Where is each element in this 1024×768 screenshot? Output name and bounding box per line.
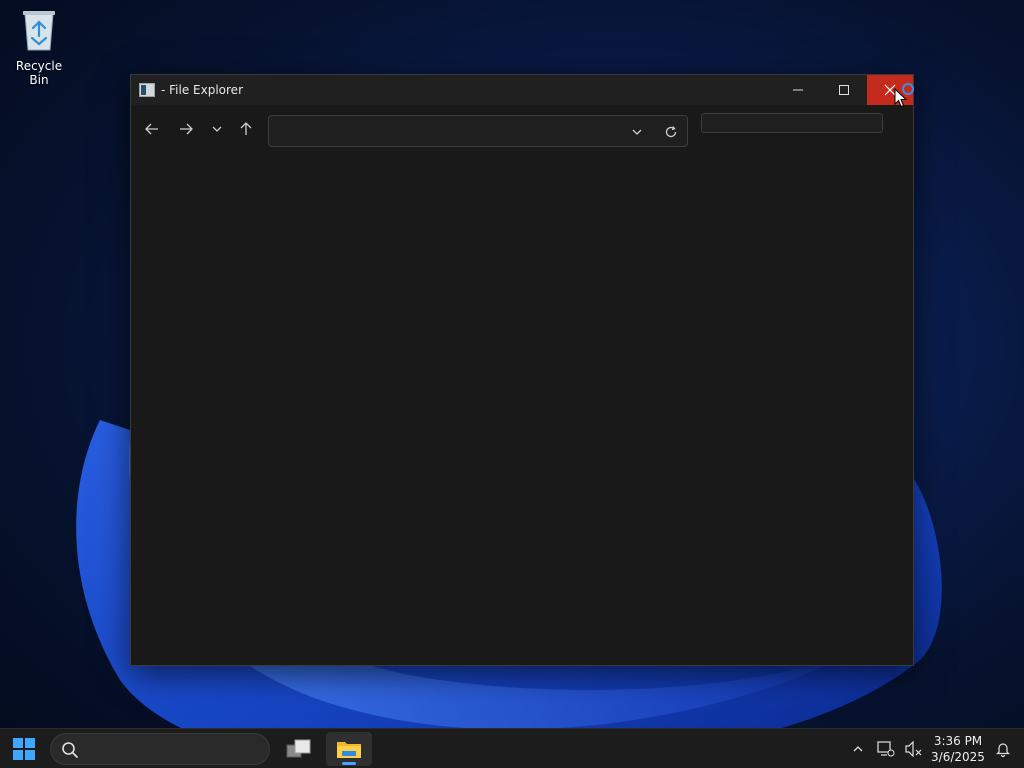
task-view-button[interactable] — [276, 732, 322, 766]
taskbar-search-input[interactable] — [87, 739, 261, 761]
title-bar[interactable]: - File Explorer — [131, 75, 913, 105]
network-icon — [877, 741, 895, 757]
file-explorer-app-icon — [139, 83, 155, 97]
clock-time: 3:36 PM — [933, 734, 983, 748]
recent-locations-button[interactable] — [205, 117, 229, 141]
chevron-down-icon — [212, 126, 222, 132]
maximize-icon — [839, 85, 849, 95]
arrow-up-icon — [240, 122, 252, 135]
navigation-toolbar — [131, 105, 913, 153]
start-button[interactable] — [8, 733, 40, 765]
folder-icon — [337, 742, 361, 758]
back-button[interactable] — [140, 117, 164, 141]
address-bar[interactable] — [268, 115, 688, 147]
system-clock[interactable]: 3:36 PM 3/6/2025 — [928, 733, 988, 765]
refresh-icon — [665, 126, 677, 138]
search-input[interactable] — [702, 116, 882, 135]
volume-muted-icon — [905, 741, 922, 757]
window-title: - File Explorer — [161, 83, 244, 97]
arrow-left-icon — [145, 123, 158, 135]
task-view-icon — [286, 739, 311, 758]
chevron-down-icon — [632, 129, 642, 135]
desktop-icon-label: Recycle Bin — [15, 59, 63, 87]
file-explorer-window: - File Explorer — [130, 74, 914, 666]
address-input[interactable] — [277, 120, 621, 144]
refresh-button[interactable] — [661, 122, 681, 142]
clock-date: 3/6/2025 — [931, 750, 985, 764]
window-controls — [775, 75, 913, 105]
minimize-button[interactable] — [775, 75, 821, 105]
network-status-button[interactable] — [876, 739, 896, 759]
show-hidden-icons-button[interactable] — [848, 739, 868, 759]
chevron-up-icon — [853, 746, 863, 752]
bell-icon — [996, 743, 1010, 757]
taskbar: 3:36 PM 3/6/2025 — [0, 728, 1024, 768]
address-history-dropdown[interactable] — [627, 122, 647, 142]
content-pane[interactable] — [131, 153, 913, 665]
maximize-button[interactable] — [821, 75, 867, 105]
taskbar-search[interactable] — [50, 733, 270, 765]
forward-button[interactable] — [174, 117, 198, 141]
recycle-bin-icon — [23, 11, 55, 51]
notifications-button[interactable] — [993, 739, 1013, 759]
search-icon — [62, 742, 78, 758]
up-button[interactable] — [234, 117, 258, 141]
volume-button[interactable] — [904, 739, 924, 759]
windows-logo-icon — [13, 738, 35, 760]
desktop-icon-recycle-bin[interactable]: Recycle Bin — [6, 6, 72, 87]
active-app-indicator — [342, 762, 356, 765]
minimize-icon — [793, 89, 803, 91]
arrow-right-icon — [180, 123, 193, 135]
mouse-pointer-icon — [894, 88, 908, 108]
search-box[interactable] — [701, 113, 883, 135]
taskbar-file-explorer[interactable] — [326, 732, 372, 766]
